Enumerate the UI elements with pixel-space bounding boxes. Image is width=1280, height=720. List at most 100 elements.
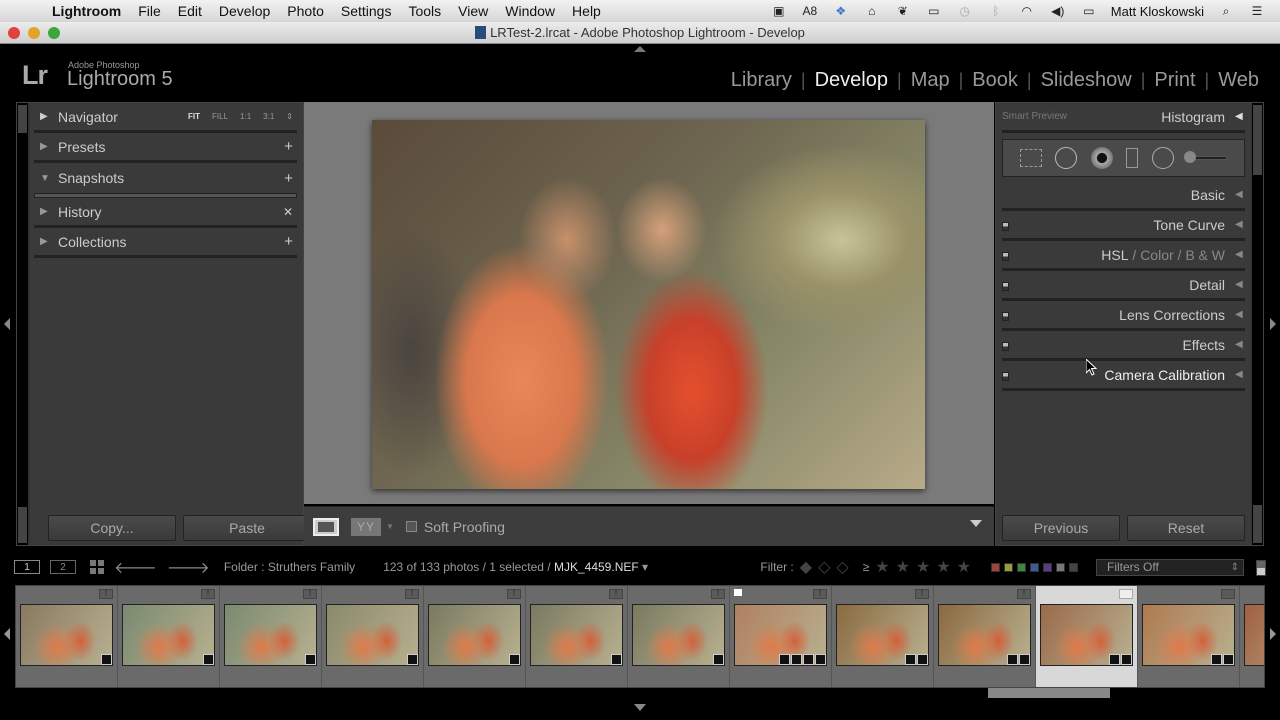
panel-toggle-switch[interactable] — [1002, 372, 1009, 381]
airplay-icon[interactable]: ▭ — [925, 4, 943, 18]
zoom-fill[interactable]: FILL — [212, 112, 228, 121]
edit-badge-icon[interactable] — [1223, 654, 1234, 665]
thumbnail-image[interactable] — [632, 604, 725, 666]
flag-unflagged-filter-icon[interactable]: ◇ — [818, 557, 830, 577]
volume-icon[interactable]: ◀) — [1049, 4, 1067, 18]
grid-view-icon[interactable] — [90, 560, 104, 574]
rating-operator[interactable]: ≥ — [863, 560, 870, 574]
menu-tools[interactable]: Tools — [408, 3, 441, 19]
color-label-filter[interactable] — [1043, 562, 1052, 572]
filmstrip-thumbnail[interactable]: ! — [118, 586, 220, 687]
main-window-button[interactable]: 1 — [14, 560, 40, 574]
right-panel-toggle-icon[interactable] — [1270, 318, 1276, 330]
thumbnail-image[interactable] — [224, 604, 317, 666]
spot-removal-tool-icon[interactable] — [1055, 147, 1078, 169]
right-panel-scrollbar[interactable] — [1251, 103, 1263, 545]
graduated-filter-tool-icon[interactable] — [1126, 148, 1139, 168]
facetime-camera-icon[interactable]: ▣ — [770, 4, 788, 18]
menu-develop[interactable]: Develop — [219, 3, 270, 19]
panel-tone-curve[interactable]: Tone Curve ◀ — [1002, 211, 1245, 241]
menu-window[interactable]: Window — [505, 3, 555, 19]
flag-rejected-filter-icon[interactable]: ◇ — [836, 557, 848, 577]
keyword-tag-icon[interactable] — [1007, 654, 1018, 665]
add-preset-icon[interactable]: + — [284, 138, 293, 155]
warning-badge-icon[interactable]: ! — [201, 589, 215, 599]
menu-view[interactable]: View — [458, 3, 488, 19]
before-after-dropdown-icon[interactable]: ▼ — [386, 522, 394, 531]
reset-button[interactable]: Reset — [1127, 515, 1245, 541]
filmstrip-thumbnail[interactable]: ! — [832, 586, 934, 687]
edit-badge-icon[interactable] — [803, 654, 814, 665]
red-eye-tool-icon[interactable] — [1090, 147, 1113, 169]
thumbnail-image[interactable] — [938, 604, 1031, 666]
color-label-filter[interactable] — [1069, 562, 1078, 572]
panel-collections[interactable]: ▶ Collections + — [34, 228, 297, 258]
secondary-window-button[interactable]: 2 — [50, 560, 76, 574]
paste-button[interactable]: Paste — [183, 515, 311, 541]
keyword-tag-icon[interactable] — [509, 654, 520, 665]
warning-badge-icon[interactable]: ! — [915, 589, 929, 599]
panel-toggle-switch[interactable] — [1002, 222, 1009, 231]
keyword-tag-icon[interactable] — [101, 654, 112, 665]
menu-photo[interactable]: Photo — [287, 3, 324, 19]
edit-badge-icon[interactable] — [1121, 654, 1132, 665]
module-map[interactable]: Map — [902, 69, 959, 92]
panel-camera-calibration[interactable]: Camera Calibration ◀ — [1002, 361, 1245, 391]
left-panel-scrollbar[interactable] — [17, 103, 29, 545]
edit-badge-icon[interactable] — [1019, 654, 1030, 665]
add-snapshot-icon[interactable]: + — [284, 170, 293, 187]
image-canvas[interactable] — [304, 102, 994, 504]
panel-toggle-switch[interactable] — [1002, 312, 1009, 321]
star-filter-icon[interactable]: ★ — [957, 557, 971, 577]
zoom-stepper-icon[interactable]: ⇕ — [286, 112, 293, 121]
clear-history-icon[interactable]: ✕ — [283, 205, 293, 219]
panel-toggle-switch[interactable] — [1002, 342, 1009, 351]
panel-navigator[interactable]: ▶ Navigator FIT FILL 1:1 3:1 ⇕ — [34, 103, 297, 133]
zoom-1-1[interactable]: 1:1 — [240, 112, 251, 121]
menu-file[interactable]: File — [138, 3, 161, 19]
panel-history[interactable]: ▶ History ✕ — [34, 198, 297, 228]
thumbnail-image[interactable] — [20, 604, 113, 666]
module-library[interactable]: Library — [722, 69, 801, 92]
warning-badge-icon[interactable]: ! — [303, 589, 317, 599]
filmstrip-thumbnail[interactable] — [1138, 586, 1240, 687]
thumbnail-image[interactable] — [1142, 604, 1235, 666]
add-collection-icon[interactable]: + — [284, 233, 293, 250]
adobe-icon[interactable]: A8 — [801, 4, 819, 18]
edit-badge-icon[interactable] — [791, 654, 802, 665]
panel-detail[interactable]: Detail ◀ — [1002, 271, 1245, 301]
panel-basic[interactable]: Basic ◀ — [1002, 181, 1245, 211]
star-filter-icon[interactable]: ★ — [875, 557, 889, 577]
star-filter-icon[interactable]: ★ — [936, 557, 950, 577]
photo-count[interactable]: 123 of 133 photos / 1 selected / MJK_445… — [383, 560, 648, 574]
panel-snapshots[interactable]: ▼ Snapshots + — [34, 163, 297, 193]
filmstrip-thumbnail[interactable]: ! — [424, 586, 526, 687]
panel-presets[interactable]: ▶ Presets + — [34, 133, 297, 163]
bottom-panel-toggle-icon[interactable] — [634, 704, 646, 711]
pick-flag-icon[interactable] — [734, 589, 742, 596]
radial-filter-tool-icon[interactable] — [1151, 147, 1174, 169]
filmstrip-thumbnail[interactable] — [1240, 586, 1264, 687]
menu-lightroom[interactable]: Lightroom — [52, 3, 121, 19]
copy-button[interactable]: Copy... — [48, 515, 176, 541]
flag-pick-filter-icon[interactable]: ◆ — [800, 557, 812, 577]
filmstrip-thumbnail[interactable]: ! — [934, 586, 1036, 687]
keyword-tag-icon[interactable] — [611, 654, 622, 665]
color-label-filter[interactable] — [1030, 562, 1039, 572]
notification-list-icon[interactable]: ☰ — [1248, 4, 1266, 18]
filmstrip-scrollbar-thumb[interactable] — [988, 688, 1110, 698]
filmstrip-scroll-right-icon[interactable] — [1270, 628, 1276, 640]
filmstrip-thumbnail[interactable] — [1036, 586, 1138, 687]
status-badge-icon[interactable] — [1119, 589, 1133, 599]
module-web[interactable]: Web — [1209, 69, 1268, 92]
thumbnail-image[interactable] — [530, 604, 623, 666]
thumbnail-image[interactable] — [326, 604, 419, 666]
warning-badge-icon[interactable]: ! — [405, 589, 419, 599]
thumbnail-image[interactable] — [1040, 604, 1133, 666]
soft-proofing-label[interactable]: Soft Proofing — [424, 519, 505, 535]
bluetooth-icon[interactable]: ᛒ — [987, 4, 1005, 18]
edit-badge-icon[interactable] — [815, 654, 826, 665]
source-folder[interactable]: Folder : Struthers Family — [224, 560, 355, 574]
toolbar-content-menu-icon[interactable] — [970, 520, 982, 527]
adjustment-brush-tool-icon[interactable] — [1184, 151, 1228, 163]
